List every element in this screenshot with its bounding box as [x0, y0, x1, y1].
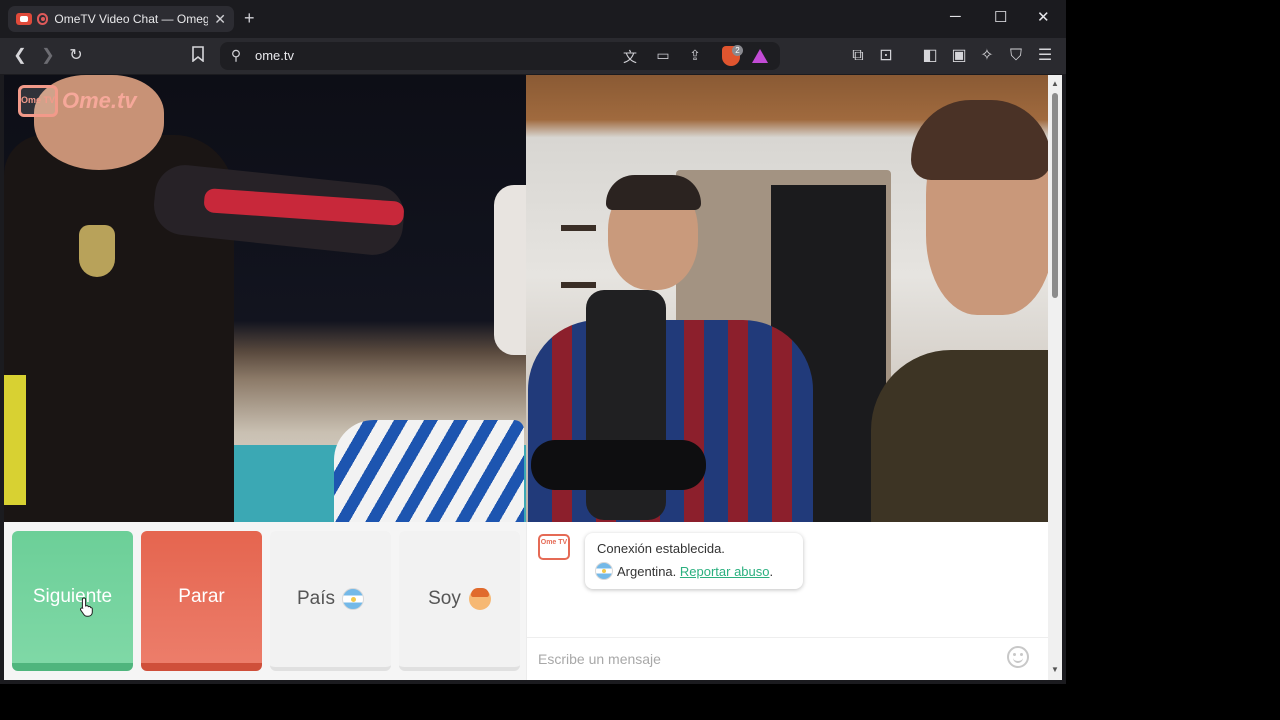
remote-video [526, 75, 1048, 522]
next-button[interactable]: Siguiente [12, 531, 133, 671]
vpn-shield-icon[interactable]: ⛉ [1006, 46, 1026, 66]
scroll-thumb[interactable] [1052, 93, 1058, 298]
next-button-label: Siguiente [32, 586, 113, 607]
browser-toolbar: ❮ ❯ ↻ ⚲ ome.tv 文 ▭ ⇪ 2 ⧉ ⊡ ◧ ▣ ✧ ⛉ ☰ [0, 38, 1066, 74]
local-video: Ome TV Ome.tv [4, 75, 526, 522]
ometv-favicon-icon [16, 13, 32, 25]
connection-status: Conexión establecida. [597, 541, 725, 556]
minimize-button[interactable]: ─ [950, 8, 961, 25]
chat-controls: Siguiente Parar País Soy [4, 522, 526, 680]
gender-button-label: Soy [428, 588, 461, 609]
report-abuse-link[interactable]: Reportar abuso [680, 564, 770, 579]
hand-cursor-icon [80, 597, 93, 617]
scroll-down-icon[interactable]: ▼ [1051, 665, 1059, 674]
page-scrollbar[interactable]: ▲ ▼ [1048, 75, 1062, 680]
partner-country: Argentina. Reportar abuso. [595, 562, 793, 580]
system-message: Conexión establecida. Argentina. Reporta… [585, 533, 803, 589]
new-tab-button[interactable]: + [244, 8, 255, 29]
scroll-up-icon[interactable]: ▲ [1051, 79, 1059, 88]
message-input[interactable]: Escribe un mensaje [527, 637, 1049, 677]
argentina-flag-icon [595, 562, 613, 580]
url-text: ome.tv [255, 48, 295, 63]
share-icon[interactable]: ⇪ [686, 47, 704, 64]
cast-icon[interactable]: ▭ [654, 47, 672, 64]
tab-bar: OmeTV Video Chat — Omegle ✕ + ─ ☐ ✕ [0, 0, 1066, 38]
site-settings-icon[interactable]: ⚲ [227, 47, 245, 64]
sidebar-icon[interactable]: ◧ [920, 46, 940, 66]
country-name: Argentina. [617, 563, 677, 579]
back-icon[interactable]: ❮ [10, 46, 30, 66]
ometv-tv-icon: Ome TV [18, 85, 58, 117]
brave-rewards-icon[interactable] [752, 49, 768, 63]
country-button-label: País [296, 588, 336, 609]
argentina-flag-icon [342, 588, 365, 610]
report-suffix: . [769, 563, 774, 579]
ometv-watermark: Ome TV Ome.tv [18, 85, 137, 117]
close-window-button[interactable]: ✕ [1037, 8, 1050, 26]
browser-tab[interactable]: OmeTV Video Chat — Omegle ✕ [8, 6, 234, 32]
menu-icon[interactable]: ☰ [1035, 46, 1055, 66]
extensions-icon[interactable]: ⧉ [848, 46, 868, 66]
maximize-button[interactable]: ☐ [994, 8, 1007, 26]
bookmark-icon[interactable] [188, 46, 208, 68]
reader-icon[interactable]: ⊡ [876, 46, 896, 66]
tab-close-icon[interactable]: ✕ [214, 11, 226, 28]
browser-window: OmeTV Video Chat — Omegle ✕ + ─ ☐ ✕ ❮ ❯ … [0, 0, 1066, 684]
ometv-chat-icon: Ome TV [538, 534, 570, 560]
ometv-logo-text: Ome.tv [62, 88, 137, 113]
page-viewport: Ome TV Ome.tv Siguiente Parar País Soy O… [4, 75, 1049, 680]
stop-button[interactable]: Parar [141, 531, 262, 671]
address-bar[interactable]: ⚲ ome.tv 文 ▭ ⇪ 2 [220, 42, 780, 70]
gender-button[interactable]: Soy [399, 531, 520, 671]
reload-icon[interactable]: ↻ [66, 46, 86, 66]
stop-button-label: Parar [178, 586, 225, 607]
leo-ai-icon[interactable]: ✧ [977, 46, 997, 66]
tab-title: OmeTV Video Chat — Omegle [54, 12, 209, 26]
country-button[interactable]: País [270, 531, 391, 671]
message-placeholder: Escribe un mensaje [538, 651, 661, 667]
chat-panel: Ome TV Conexión establecida. Argentina. … [526, 522, 1049, 680]
wallet-icon[interactable]: ▣ [949, 46, 969, 66]
forward-icon[interactable]: ❯ [38, 46, 58, 66]
shields-count-badge: 2 [732, 45, 743, 56]
boy-emoji-icon [468, 588, 491, 610]
emoji-picker-icon[interactable] [1007, 646, 1029, 668]
translate-icon[interactable]: 文 [621, 47, 639, 67]
recording-icon [36, 13, 49, 25]
